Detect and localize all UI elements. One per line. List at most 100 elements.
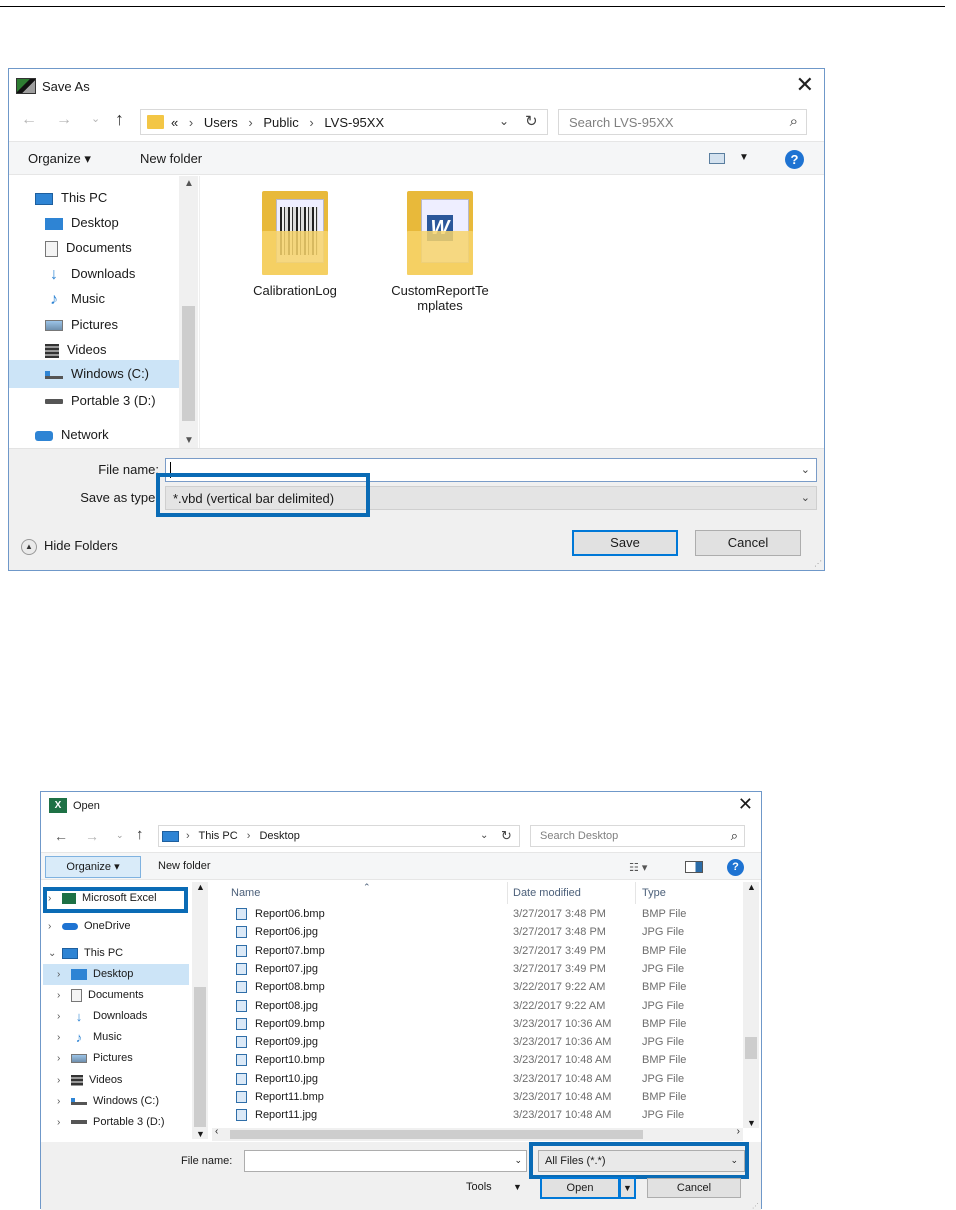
scroll-right-icon[interactable]: › [737,1126,740,1137]
sidebar-item-downloads[interactable]: › ↓ Downloads [57,1006,187,1027]
chevron-right-icon[interactable]: › [57,1091,71,1112]
table-row[interactable]: Report10.bmp 3/23/2017 10:48 AM BMP File [231,1051,741,1069]
scroll-left-icon[interactable]: ‹ [215,1126,218,1137]
new-folder-button[interactable]: New folder [140,151,202,166]
chevron-right-icon[interactable]: › [57,985,71,1006]
recent-locations-chevron-icon[interactable]: ⌄ [116,830,124,841]
sidebar-item-music[interactable]: ♪ Music [45,287,175,311]
chevron-right-icon[interactable]: › [57,1027,71,1048]
sidebar-item-music[interactable]: › ♪ Music [57,1027,187,1048]
sidebar-item-downloads[interactable]: ↓ Downloads [45,262,175,286]
open-button[interactable]: Open [540,1177,620,1199]
close-icon[interactable]: ✕ [738,795,753,813]
table-row[interactable]: Report06.jpg 3/27/2017 3:48 PM JPG File [231,923,741,941]
search-input[interactable]: Search LVS-95XX ⌕ [558,109,807,135]
sidebar-item-portable-d[interactable]: › Portable 3 (D:) [57,1112,187,1133]
chevron-down-icon[interactable]: ▼ [739,152,749,163]
table-row[interactable]: Report07.bmp 3/27/2017 3:49 PM BMP File [231,942,741,960]
table-row[interactable]: Report07.jpg 3/27/2017 3:49 PM JPG File [231,960,741,978]
navigation-pane-scrollbar[interactable]: ▲ ▼ [192,882,208,1139]
table-row[interactable]: Report11.bmp 3/23/2017 10:48 AM BMP File [231,1088,741,1106]
scroll-up-icon[interactable]: ▲ [196,882,205,892]
address-bar[interactable]: « › Users › Public › LVS-95XX ⌄ ↻ [140,109,548,135]
sidebar-item-windows-c[interactable]: Windows (C:) [9,360,179,388]
scroll-down-icon[interactable]: ▼ [747,1118,756,1128]
file-name-input[interactable]: ⌄ [244,1150,527,1172]
sidebar-item-pictures[interactable]: Pictures [45,313,175,337]
breadcrumb-overflow[interactable]: « [171,115,178,130]
chevron-down-icon[interactable]: ⌄ [480,830,488,841]
scrollbar-thumb[interactable] [745,1037,757,1059]
table-row[interactable]: Report09.bmp 3/23/2017 10:36 AM BMP File [231,1015,741,1033]
save-button[interactable]: Save [572,530,678,556]
chevron-right-icon[interactable]: › [57,1070,71,1091]
chevron-down-icon[interactable]: ⌄ [801,491,810,504]
cancel-button[interactable]: Cancel [647,1178,741,1198]
tools-button[interactable]: Tools [466,1181,492,1193]
sidebar-item-pictures[interactable]: › Pictures [57,1048,187,1069]
chevron-right-icon[interactable]: › [57,964,71,985]
table-row[interactable]: Report08.bmp 3/22/2017 9:22 AM BMP File [231,978,741,996]
sidebar-item-desktop[interactable]: › Desktop [43,964,189,985]
chevron-right-icon[interactable]: › [57,1048,71,1069]
open-options-dropdown-icon[interactable]: ▼ [620,1177,636,1199]
hide-folders-button[interactable]: ▲ Hide Folders [21,538,118,555]
scroll-down-icon[interactable]: ▼ [184,435,194,446]
up-arrow-icon[interactable]: ↑ [115,109,124,130]
recent-locations-chevron-icon[interactable]: ⌄ [91,112,100,125]
sidebar-item-network[interactable]: Network [35,423,175,447]
sidebar-item-onedrive[interactable]: › OneDrive [48,916,188,937]
scroll-up-icon[interactable]: ▲ [747,882,756,892]
column-header-date-modified[interactable]: Date modified [513,882,581,904]
scroll-down-icon[interactable]: ▼ [196,1129,205,1139]
scrollbar-thumb[interactable] [194,987,206,1127]
scroll-up-icon[interactable]: ▲ [184,178,194,189]
folder-customreporttemplates[interactable]: W CustomReportTe mplates [370,191,510,313]
sidebar-item-videos[interactable]: › Videos [57,1070,187,1091]
folder-calibrationlog[interactable]: CalibrationLog [225,191,365,298]
back-arrow-icon[interactable]: ← [54,828,68,844]
sidebar-item-videos[interactable]: Videos [45,338,175,362]
chevron-down-icon[interactable]: ⌄ [801,463,810,476]
chevron-down-icon[interactable]: ⌄ [499,114,509,128]
sidebar-item-this-pc[interactable]: This PC [35,186,175,210]
up-arrow-icon[interactable]: ↑ [136,826,144,843]
column-header-type[interactable]: Type [642,882,666,904]
breadcrumb-users[interactable]: Users [204,115,238,130]
column-header-name[interactable]: Name [231,882,260,904]
table-row[interactable]: Report11.jpg 3/23/2017 10:48 AM JPG File [231,1106,741,1124]
table-row[interactable]: Report09.jpg 3/23/2017 10:36 AM JPG File [231,1033,741,1051]
column-divider[interactable] [507,882,508,904]
chevron-right-icon[interactable]: › [48,916,62,937]
resize-grip-icon[interactable]: ⋰ [814,559,822,568]
table-row[interactable]: Report10.jpg 3/23/2017 10:48 AM JPG File [231,1070,741,1088]
breadcrumb-public[interactable]: Public [263,115,298,130]
chevron-down-icon[interactable]: ▼ [513,1182,522,1192]
scrollbar-thumb[interactable] [182,306,195,421]
change-view-icon[interactable]: ☷ ▾ [629,861,647,874]
new-folder-button[interactable]: New folder [158,860,211,872]
sidebar-item-desktop[interactable]: Desktop [45,211,175,235]
breadcrumb-lvs-95xx[interactable]: LVS-95XX [324,115,384,130]
organize-button[interactable]: Organize ▾ [45,856,141,878]
address-bar[interactable]: › This PC › Desktop ⌄ ↻ [158,825,520,847]
chevron-right-icon[interactable]: › [57,1112,71,1133]
chevron-down-icon[interactable]: ⌄ [514,1155,522,1166]
forward-arrow-icon[interactable]: → [85,828,99,844]
help-icon[interactable]: ? [727,859,744,876]
cancel-button[interactable]: Cancel [695,530,801,556]
sidebar-item-documents[interactable]: › Documents [57,985,187,1006]
preview-pane-icon[interactable] [685,861,703,873]
search-input[interactable]: Search Desktop ⌕ [530,825,745,847]
close-icon[interactable]: ✕ [796,74,814,96]
sidebar-item-documents[interactable]: Documents [45,236,175,260]
view-options-icon[interactable] [709,153,725,164]
breadcrumb-this-pc[interactable]: This PC [199,830,238,842]
file-list-vertical-scrollbar[interactable]: ▲ ▼ [743,882,759,1128]
navigation-pane-scrollbar[interactable]: ▲ ▼ [179,176,198,448]
sidebar-item-portable-d[interactable]: Portable 3 (D:) [45,389,175,413]
refresh-icon[interactable]: ↻ [501,828,512,844]
help-icon[interactable]: ? [785,150,804,169]
chevron-right-icon[interactable]: › [57,1006,71,1027]
table-row[interactable]: Report08.jpg 3/22/2017 9:22 AM JPG File [231,997,741,1015]
